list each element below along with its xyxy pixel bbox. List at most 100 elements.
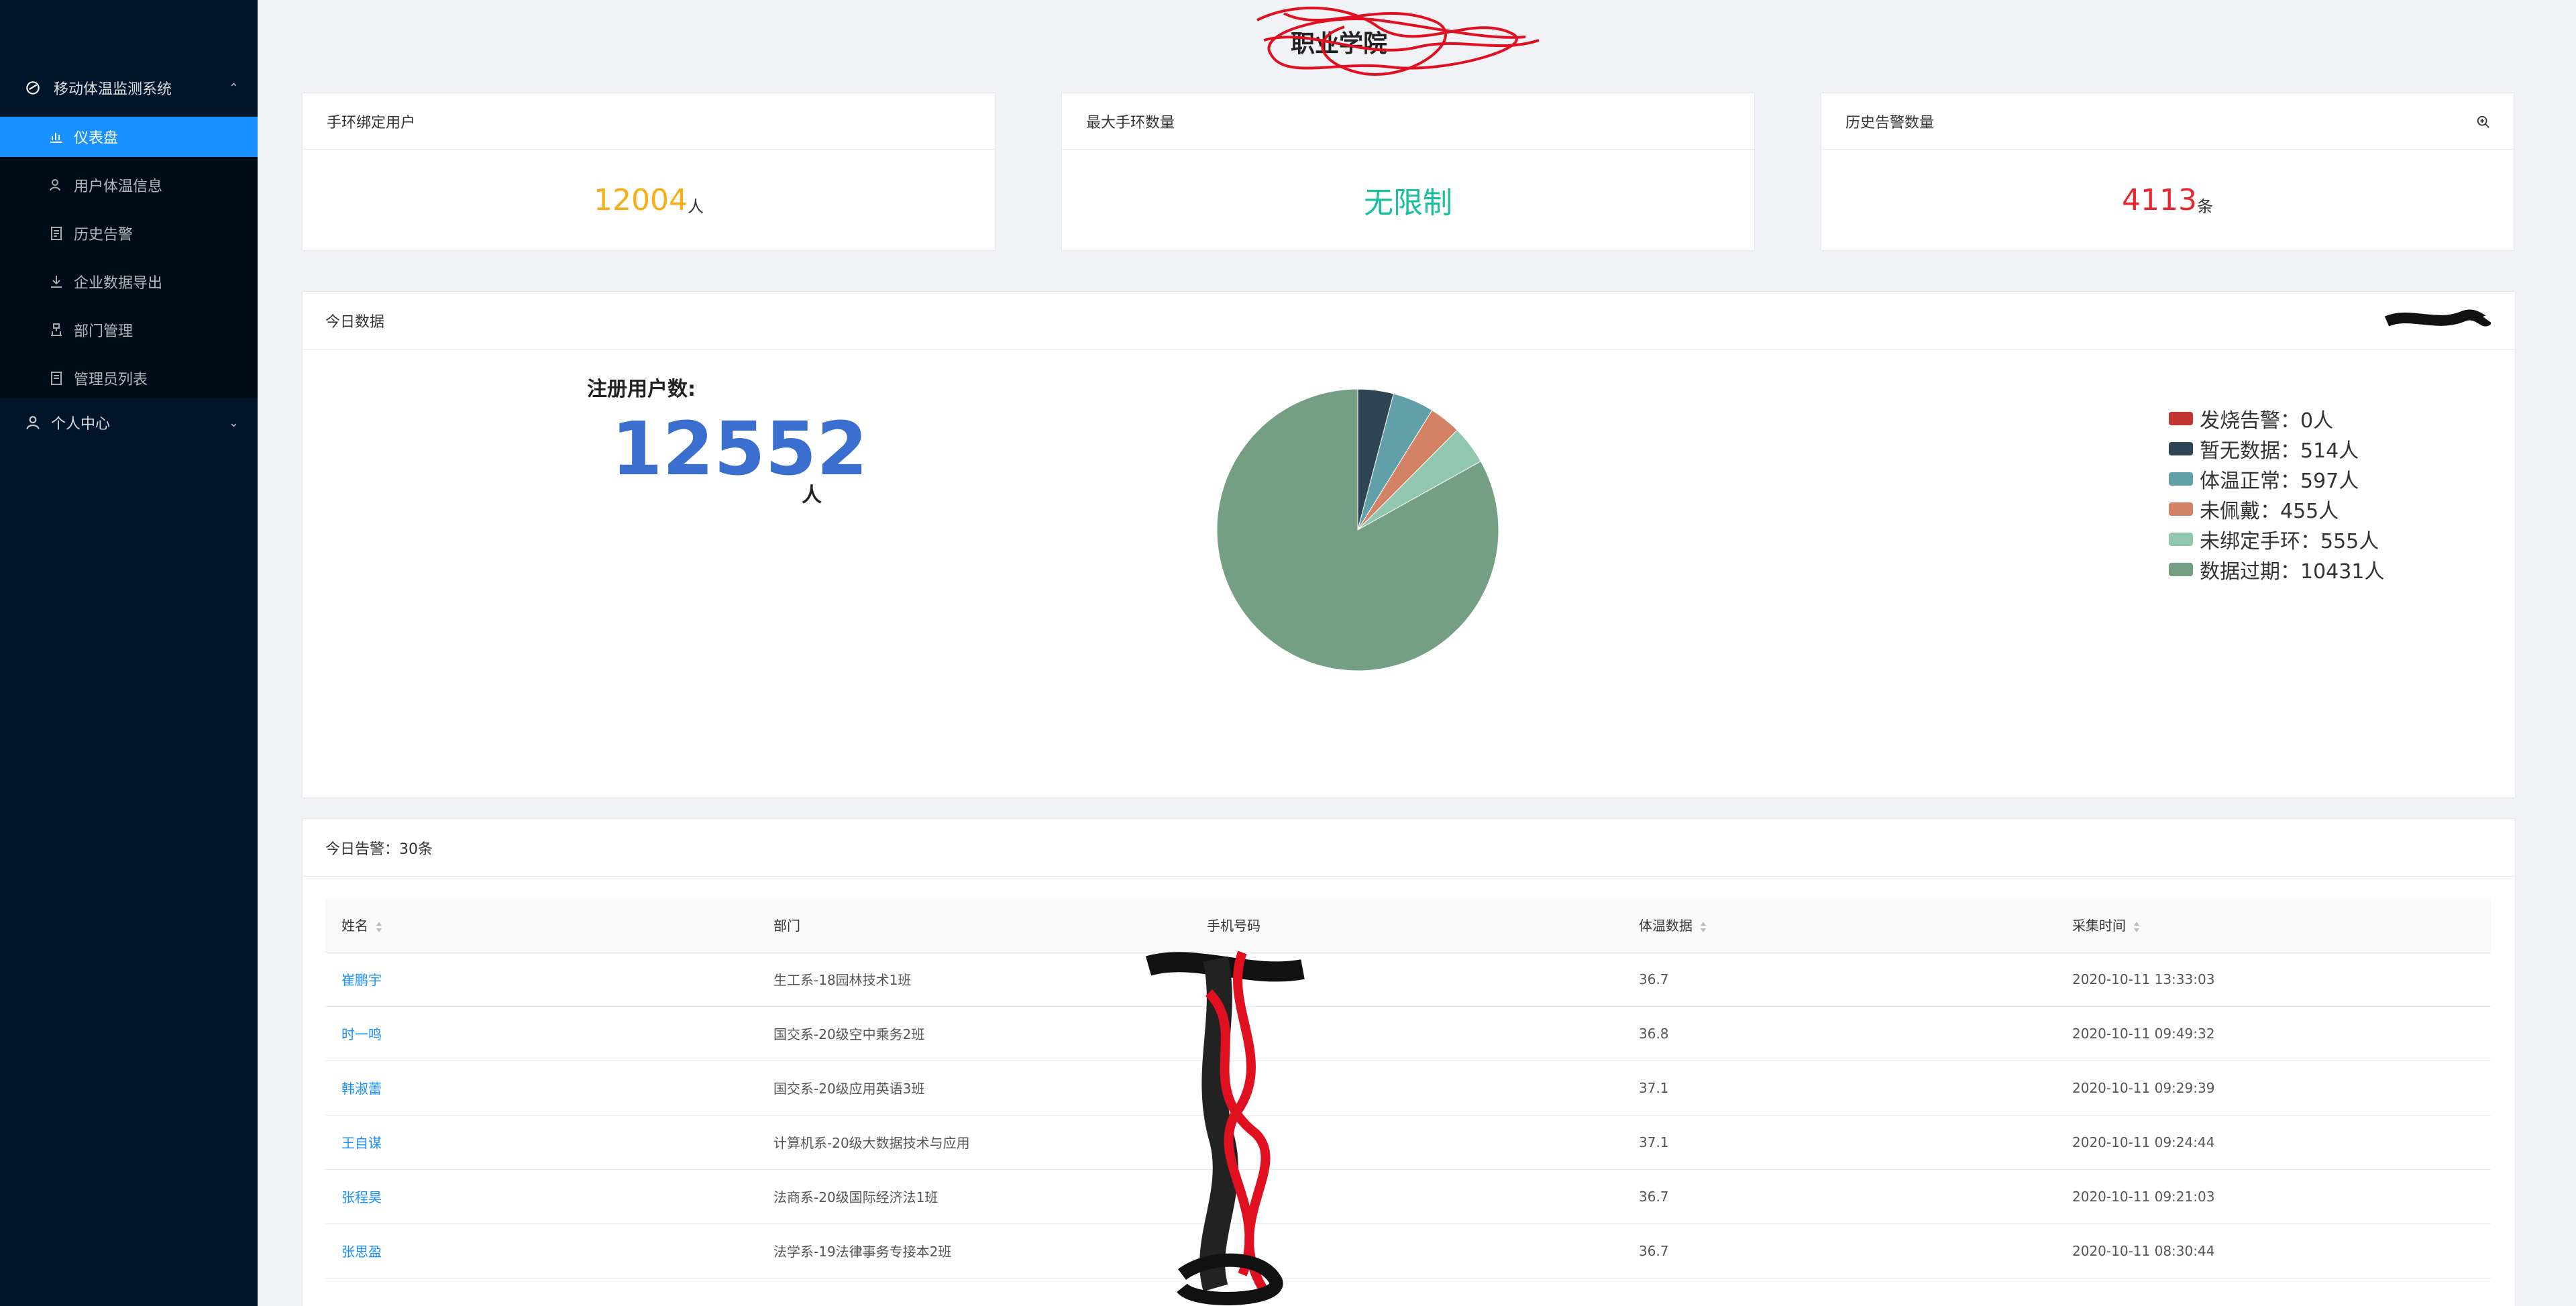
today-alerts-panel: 今日告警：30条 姓名 部门 手机号码 体温数据 采集时间 崔鹏宇 生工系-18园… [302, 818, 2516, 1306]
submenu: 仪表盘 用户体温信息 历史告警 企业数据导出 部门管理 管理员列表 [0, 117, 258, 398]
panel-title: 今日告警：30条 [325, 840, 433, 858]
user-temp-icon [50, 179, 60, 191]
today-data-panel: 今日数据 注册用户数: 12552 人 发烧告警：0人 暂无数据：514人 体温… [302, 291, 2516, 798]
cell-name[interactable]: 崔鹏宇 [325, 952, 757, 1007]
cell-name[interactable]: 时一鸣 [325, 1006, 757, 1061]
sidebar-item-user-temp[interactable]: 用户体温信息 [0, 165, 258, 205]
legend-item[interactable]: 数据过期：10431人 [2169, 554, 2384, 584]
column-header-name[interactable]: 姓名 [325, 898, 757, 953]
download-icon [51, 276, 62, 288]
alerts-table: 姓名 部门 手机号码 体温数据 采集时间 崔鹏宇 生工系-18园林技术1班 36.7… [325, 898, 2491, 1278]
card-max-bands: 最大手环数量 无限制 [1061, 93, 1755, 251]
org-icon [51, 323, 62, 336]
card-value: 4113 [2122, 182, 2197, 217]
cell-name[interactable]: 王自谋 [325, 1115, 757, 1170]
card-value: 无限制 [1364, 186, 1452, 220]
legend-label: 未佩戴：455人 [2200, 499, 2339, 523]
sidebar: 移动体温监测系统 ⌃ 仪表盘 用户体温信息 历史告警 企业数据导出 部门管理 管… [0, 0, 258, 1306]
card-title: 最大手环数量 [1086, 114, 1175, 131]
cell-dept: 生工系-18园林技术1班 [757, 952, 1191, 1007]
card-value: 12004 [594, 182, 688, 217]
menu-group-label: 移动体温监测系统 [54, 81, 172, 98]
menu-group-label: 个人中心 [51, 416, 111, 433]
column-header-dept: 部门 [757, 898, 1191, 953]
sidebar-item-label: 管理员列表 [74, 372, 148, 388]
column-header-time[interactable]: 采集时间 [2056, 898, 2491, 953]
legend-label: 体温正常：597人 [2200, 469, 2359, 493]
table-row: 王自谋 计算机系-20级大数据技术与应用 37.1 2020-10-11 09:24:… [325, 1115, 2491, 1170]
cell-time: 2020-10-11 09:21:03 [2056, 1169, 2491, 1224]
menu-group-monitor-system[interactable]: 移动体温监测系统 ⌃ [0, 59, 258, 117]
card-unit: 人 [687, 197, 704, 216]
history-icon [51, 227, 62, 240]
cell-temp: 36.7 [1623, 1223, 2056, 1278]
sort-icon[interactable] [375, 920, 383, 934]
zoom-in-icon[interactable] [2476, 115, 2491, 129]
table-row: 张思盈 法学系-19法律事务专接本2班 36.7 2020-10-11 08:30:4… [325, 1223, 2491, 1278]
cell-time: 2020-10-11 09:29:39 [2056, 1060, 2491, 1115]
cell-time: 2020-10-11 09:49:32 [2056, 1006, 2491, 1061]
card-title: 手环绑定用户 [327, 114, 416, 131]
card-bound-users: 手环绑定用户 12004 人 [302, 93, 996, 251]
cell-temp: 36.8 [1623, 1006, 2056, 1061]
sidebar-item-label: 仪表盘 [74, 130, 119, 147]
redaction-scribble [1256, 6, 1540, 76]
sidebar-item-label: 企业数据导出 [74, 275, 163, 292]
sidebar-item-label: 历史告警 [74, 227, 133, 243]
cell-time: 2020-10-11 08:30:44 [2056, 1223, 2491, 1278]
table-row: 时一鸣 国交系-20级空中乘务2班 1 36.8 2020-10-11 09:49:32 [325, 1006, 2491, 1061]
cell-dept: 法商系-20级国际经济法1班 [757, 1169, 1191, 1224]
chevron-up-icon[interactable]: ⌃ [229, 81, 239, 95]
cell-temp: 36.7 [1623, 952, 2056, 1007]
cell-time: 2020-10-11 09:24:44 [2056, 1115, 2491, 1170]
registered-users-value: 12552 [611, 406, 868, 492]
card-title: 历史告警数量 [1845, 114, 1935, 131]
sidebar-item-department[interactable]: 部门管理 [0, 310, 258, 350]
sort-icon[interactable] [2133, 920, 2141, 934]
table-row: 韩淑蕾 国交系-20级应用英语3班 1 37.1 2020-10-11 09:29:39 [325, 1060, 2491, 1115]
sidebar-item-admin-list[interactable]: 管理员列表 [0, 358, 258, 398]
menu-group-personal-center[interactable]: 个人中心 ⌄ [0, 398, 258, 447]
sidebar-item-data-export[interactable]: 企业数据导出 [0, 262, 258, 302]
legend-item[interactable]: 未佩戴：455人 [2169, 494, 2384, 524]
user-icon [26, 416, 40, 430]
legend-item[interactable]: 暂无数据：514人 [2169, 433, 2384, 464]
chevron-down-icon[interactable]: ⌄ [229, 416, 239, 430]
legend-item[interactable]: 体温正常：597人 [2169, 464, 2384, 494]
column-header-temp[interactable]: 体温数据 [1623, 898, 2056, 953]
sort-icon[interactable] [1699, 920, 1707, 934]
legend-label: 暂无数据：514人 [2200, 439, 2359, 463]
legend-label: 数据过期：10431人 [2200, 559, 2385, 584]
table-header-row: 姓名 部门 手机号码 体温数据 采集时间 [325, 898, 2491, 953]
registered-users-label: 注册用户数: [587, 378, 696, 401]
cell-time: 2020-10-11 13:33:03 [2056, 952, 2491, 1007]
legend-swatch [2169, 441, 2193, 455]
redaction-scribble-phone [1145, 950, 1305, 1306]
cell-temp: 37.1 [1623, 1115, 2056, 1170]
status-pie-chart [1216, 388, 1499, 671]
legend-swatch [2169, 502, 2193, 516]
cell-dept: 法学系-19法律事务专接本2班 [757, 1223, 1191, 1278]
table-row: 张程昊 法商系-20级国际经济法1班 36.7 2020-10-11 09:21:03 [325, 1169, 2491, 1224]
cell-name[interactable]: 韩淑蕾 [325, 1060, 757, 1115]
legend-label: 发烧告警：0人 [2200, 409, 2334, 433]
legend-label: 未绑定手环：555人 [2200, 529, 2379, 553]
sidebar-item-history-alerts[interactable]: 历史告警 [0, 213, 258, 254]
cell-dept: 计算机系-20级大数据技术与应用 [757, 1115, 1191, 1170]
registered-users-unit: 人 [802, 484, 822, 507]
cell-name[interactable]: 张程昊 [325, 1169, 757, 1224]
legend-swatch [2169, 472, 2193, 486]
bar-chart-icon [50, 133, 62, 143]
cell-temp: 37.1 [1623, 1060, 2056, 1115]
sidebar-item-dashboard[interactable]: 仪表盘 [0, 117, 258, 157]
main-content: 职业学院 手环绑定用户 12004 人 最大手环数量 无限制 历史告警数量 41… [258, 0, 2576, 1306]
sidebar-item-label: 用户体温信息 [74, 178, 163, 195]
pie-legend: 发烧告警：0人 暂无数据：514人 体温正常：597人 未佩戴：455人 未绑定… [2169, 403, 2384, 584]
legend-swatch [2169, 411, 2193, 425]
list-icon [51, 372, 62, 385]
panel-title: 今日数据 [325, 313, 385, 331]
cell-name[interactable]: 张思盈 [325, 1223, 757, 1278]
legend-item[interactable]: 发烧告警：0人 [2169, 403, 2384, 433]
card-history-alerts: 历史告警数量 4113 条 [1821, 93, 2514, 251]
legend-item[interactable]: 未绑定手环：555人 [2169, 524, 2384, 554]
